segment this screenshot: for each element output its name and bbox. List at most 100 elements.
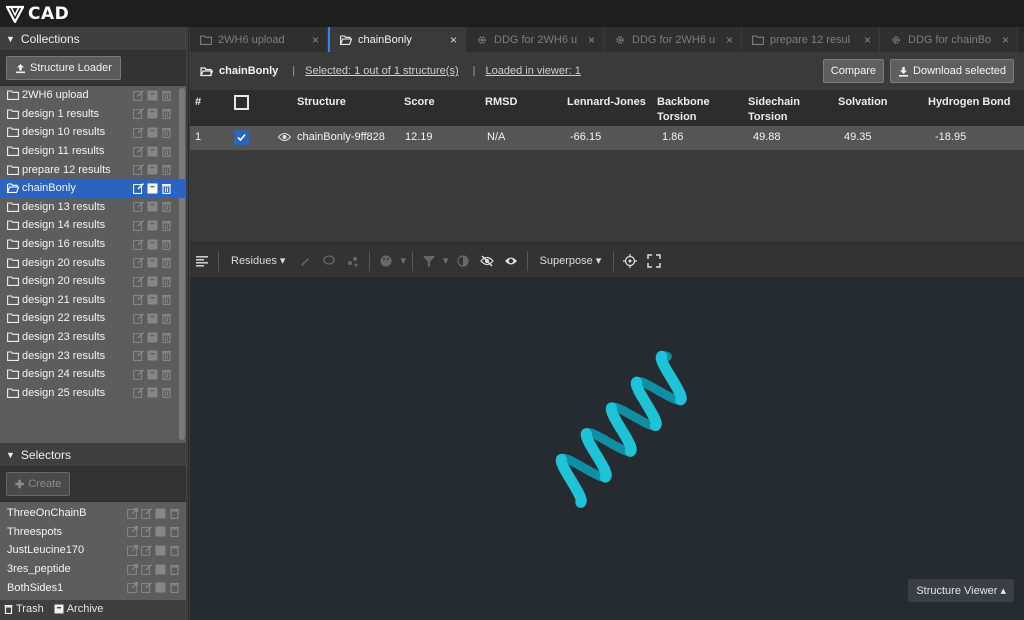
tab[interactable]: DDG for 2WH6 u × <box>466 27 604 52</box>
archive-icon[interactable] <box>155 526 166 537</box>
trash-icon[interactable] <box>161 90 172 101</box>
contrast-icon[interactable] <box>456 254 470 268</box>
archive-icon[interactable] <box>147 387 158 398</box>
selector-item[interactable]: ThreeOnChainB <box>0 504 186 523</box>
col-rmsd[interactable]: RMSD <box>485 95 517 110</box>
collections-header[interactable]: ▼ Collections <box>0 27 188 50</box>
trash-icon[interactable] <box>161 239 172 250</box>
selector-item[interactable]: BothSides1 <box>0 578 186 597</box>
tab[interactable]: DDG for chainBo × <box>880 27 1018 52</box>
edit-icon[interactable] <box>133 108 144 120</box>
archive-icon[interactable] <box>147 332 158 343</box>
selector-item[interactable]: 3res_peptide <box>0 560 186 579</box>
trash-icon[interactable] <box>161 146 172 157</box>
edit-icon[interactable] <box>133 145 144 157</box>
trash-icon[interactable] <box>169 508 180 519</box>
archive-icon[interactable] <box>147 146 158 157</box>
edit-icon[interactable] <box>133 201 144 213</box>
close-icon[interactable]: × <box>588 33 595 47</box>
trash-icon[interactable] <box>169 582 180 594</box>
compare-button[interactable]: Compare <box>822 59 885 83</box>
trash-icon[interactable] <box>161 108 172 120</box>
archive-icon[interactable] <box>155 582 166 593</box>
superpose-dropdown[interactable]: Superpose ▾ <box>540 254 602 267</box>
col-solvation[interactable]: Solvation <box>838 95 888 110</box>
close-icon[interactable]: × <box>864 33 871 47</box>
collection-item[interactable]: design 14 results <box>0 216 186 235</box>
edit-icon[interactable] <box>141 526 152 538</box>
edit-icon[interactable] <box>133 275 144 287</box>
trash-icon[interactable] <box>161 201 172 213</box>
loaded-count-link[interactable]: Loaded in viewer: 1 <box>485 65 580 77</box>
lasso-icon[interactable] <box>322 254 336 268</box>
archive-icon[interactable] <box>147 201 158 212</box>
archive-icon[interactable] <box>147 127 158 138</box>
eye-icon[interactable] <box>504 254 518 268</box>
edit-icon[interactable] <box>141 507 152 519</box>
trash-icon[interactable] <box>161 350 172 362</box>
open-external-icon[interactable] <box>127 563 138 575</box>
trash-icon[interactable] <box>161 387 172 399</box>
selectors-header[interactable]: ▼ Selectors <box>0 443 188 466</box>
archive-icon[interactable] <box>147 239 158 250</box>
select-all-checkbox[interactable] <box>234 95 249 110</box>
filter-icon[interactable] <box>422 254 436 268</box>
download-selected-button[interactable]: Download selected <box>890 59 1014 83</box>
collection-item[interactable]: design 10 results <box>0 123 186 142</box>
edit-icon[interactable] <box>141 563 152 575</box>
collection-item[interactable]: chainBonly <box>0 178 186 198</box>
col-sidechain-torsion[interactable]: Sidechain Torsion <box>748 95 800 125</box>
archive-icon[interactable] <box>147 220 158 231</box>
collection-item[interactable]: design 20 results <box>0 253 186 272</box>
structure-loader-button[interactable]: Structure Loader <box>6 56 121 80</box>
close-icon[interactable]: × <box>312 33 319 47</box>
brush-icon[interactable] <box>298 254 312 268</box>
archive-icon[interactable] <box>155 545 166 556</box>
crosshair-icon[interactable] <box>623 253 638 268</box>
archive-icon[interactable] <box>147 183 158 194</box>
trash-icon[interactable] <box>161 127 172 138</box>
collection-item[interactable]: design 22 results <box>0 309 186 328</box>
collection-item[interactable]: design 23 results <box>0 328 186 347</box>
tab[interactable]: 2WH6 upload × <box>190 27 328 52</box>
archive-icon[interactable] <box>147 294 158 305</box>
close-icon[interactable]: × <box>726 33 733 47</box>
edit-icon[interactable] <box>133 182 144 194</box>
atoms-icon[interactable] <box>346 254 360 268</box>
collection-item[interactable]: design 24 results <box>0 365 186 384</box>
trash-icon[interactable] <box>161 257 172 269</box>
protein-helix-model[interactable] <box>190 277 1024 620</box>
open-external-icon[interactable] <box>127 507 138 519</box>
collection-item[interactable]: design 21 results <box>0 291 186 310</box>
trash-icon[interactable] <box>169 564 180 575</box>
archive-icon[interactable] <box>147 350 158 361</box>
trash-icon[interactable] <box>161 332 172 343</box>
collection-item[interactable]: design 11 results <box>0 142 186 161</box>
col-backbone-torsion[interactable]: Backbone Torsion <box>657 95 710 125</box>
collection-item[interactable]: design 13 results <box>0 198 186 217</box>
collection-item[interactable]: prepare 12 results <box>0 160 186 179</box>
trash-icon[interactable] <box>161 220 172 231</box>
edit-icon[interactable] <box>133 238 144 250</box>
trash-icon[interactable] <box>169 545 180 556</box>
edit-icon[interactable] <box>141 545 152 556</box>
edit-icon[interactable] <box>133 313 144 324</box>
palette-icon[interactable] <box>379 254 393 268</box>
edit-icon[interactable] <box>133 294 144 306</box>
trash-link[interactable]: Trash <box>4 603 44 615</box>
tab[interactable]: chainBonly × <box>328 27 466 52</box>
close-icon[interactable]: × <box>1002 33 1009 47</box>
selector-item[interactable]: JustLeucine170 <box>0 541 186 560</box>
edit-icon[interactable] <box>133 89 144 101</box>
trash-icon[interactable] <box>161 164 172 176</box>
open-external-icon[interactable] <box>127 582 138 594</box>
residues-dropdown[interactable]: Residues ▾ <box>231 254 285 267</box>
collection-item[interactable]: 2WH6 upload <box>0 86 186 105</box>
structure-viewer[interactable]: Structure Viewer ▴ <box>190 277 1024 620</box>
archive-link[interactable]: Archive <box>54 603 103 615</box>
trash-icon[interactable] <box>161 369 172 380</box>
tab[interactable]: DDG for 2WH6 u × <box>604 27 742 52</box>
archive-icon[interactable] <box>147 313 158 324</box>
trash-icon[interactable] <box>161 313 172 324</box>
collection-item[interactable]: design 25 results <box>0 384 186 403</box>
